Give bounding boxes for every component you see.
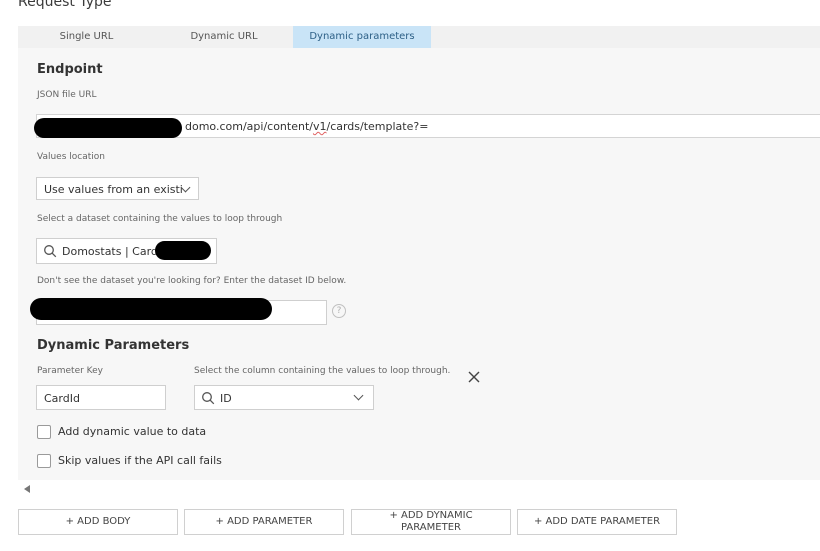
add-dynamic-value-label: Add dynamic value to data bbox=[58, 425, 207, 438]
help-icon[interactable]: ? bbox=[332, 304, 346, 318]
dynamic-parameters-heading: Dynamic Parameters bbox=[37, 338, 190, 353]
json-url-label: JSON file URL bbox=[37, 90, 97, 100]
add-parameter-button[interactable]: + ADD PARAMETER bbox=[184, 509, 344, 535]
parameter-key-label: Parameter Key bbox=[37, 366, 104, 376]
values-location-select[interactable]: Use values from an existi bbox=[36, 177, 199, 200]
redaction-mark bbox=[30, 298, 272, 320]
chevron-down-icon bbox=[353, 390, 364, 401]
dataset-missing-label: Don't see the dataset you're looking for… bbox=[37, 276, 347, 286]
add-date-parameter-button[interactable]: + ADD DATE PARAMETER bbox=[517, 509, 677, 535]
request-type-tabs: Single URL Dynamic URL Dynamic parameter… bbox=[18, 26, 820, 48]
section-title: Request Type bbox=[18, 0, 112, 10]
redaction-mark bbox=[155, 241, 211, 260]
dynamic-parameters-panel: Endpoint JSON file URL domo.com/api/cont… bbox=[18, 48, 820, 480]
redaction-mark bbox=[34, 118, 182, 138]
close-icon[interactable] bbox=[466, 369, 482, 385]
add-dynamic-parameter-button[interactable]: + ADD DYNAMIC PARAMETER bbox=[351, 509, 511, 535]
tab-dynamic-url[interactable]: Dynamic URL bbox=[155, 26, 293, 48]
parameter-key-value: CardId bbox=[44, 392, 80, 405]
add-dynamic-value-checkbox[interactable] bbox=[37, 425, 51, 439]
values-location-label: Values location bbox=[37, 152, 105, 162]
parameter-key-input[interactable]: CardId bbox=[36, 385, 166, 410]
scroll-left-arrow[interactable] bbox=[24, 485, 30, 493]
column-select-label: Select the column containing the values … bbox=[194, 366, 451, 376]
column-select-value: ID bbox=[220, 392, 232, 405]
tab-single-url[interactable]: Single URL bbox=[18, 26, 155, 48]
values-location-selected: Use values from an existi bbox=[44, 183, 183, 196]
add-body-button[interactable]: + ADD BODY bbox=[18, 509, 178, 535]
skip-values-label: Skip values if the API call fails bbox=[58, 454, 222, 467]
endpoint-heading: Endpoint bbox=[37, 62, 103, 77]
skip-values-checkbox[interactable] bbox=[37, 454, 51, 468]
dataset-select-label: Select a dataset containing the values t… bbox=[37, 214, 283, 224]
json-url-value: domo.com/api/content/v1/cards/template?= bbox=[185, 120, 429, 133]
tab-dynamic-parameters[interactable]: Dynamic parameters bbox=[293, 26, 431, 48]
search-icon bbox=[202, 392, 215, 405]
search-icon bbox=[44, 245, 57, 258]
dataset-search-value: Domostats | Card bbox=[62, 245, 158, 258]
column-select[interactable]: ID bbox=[194, 385, 374, 410]
